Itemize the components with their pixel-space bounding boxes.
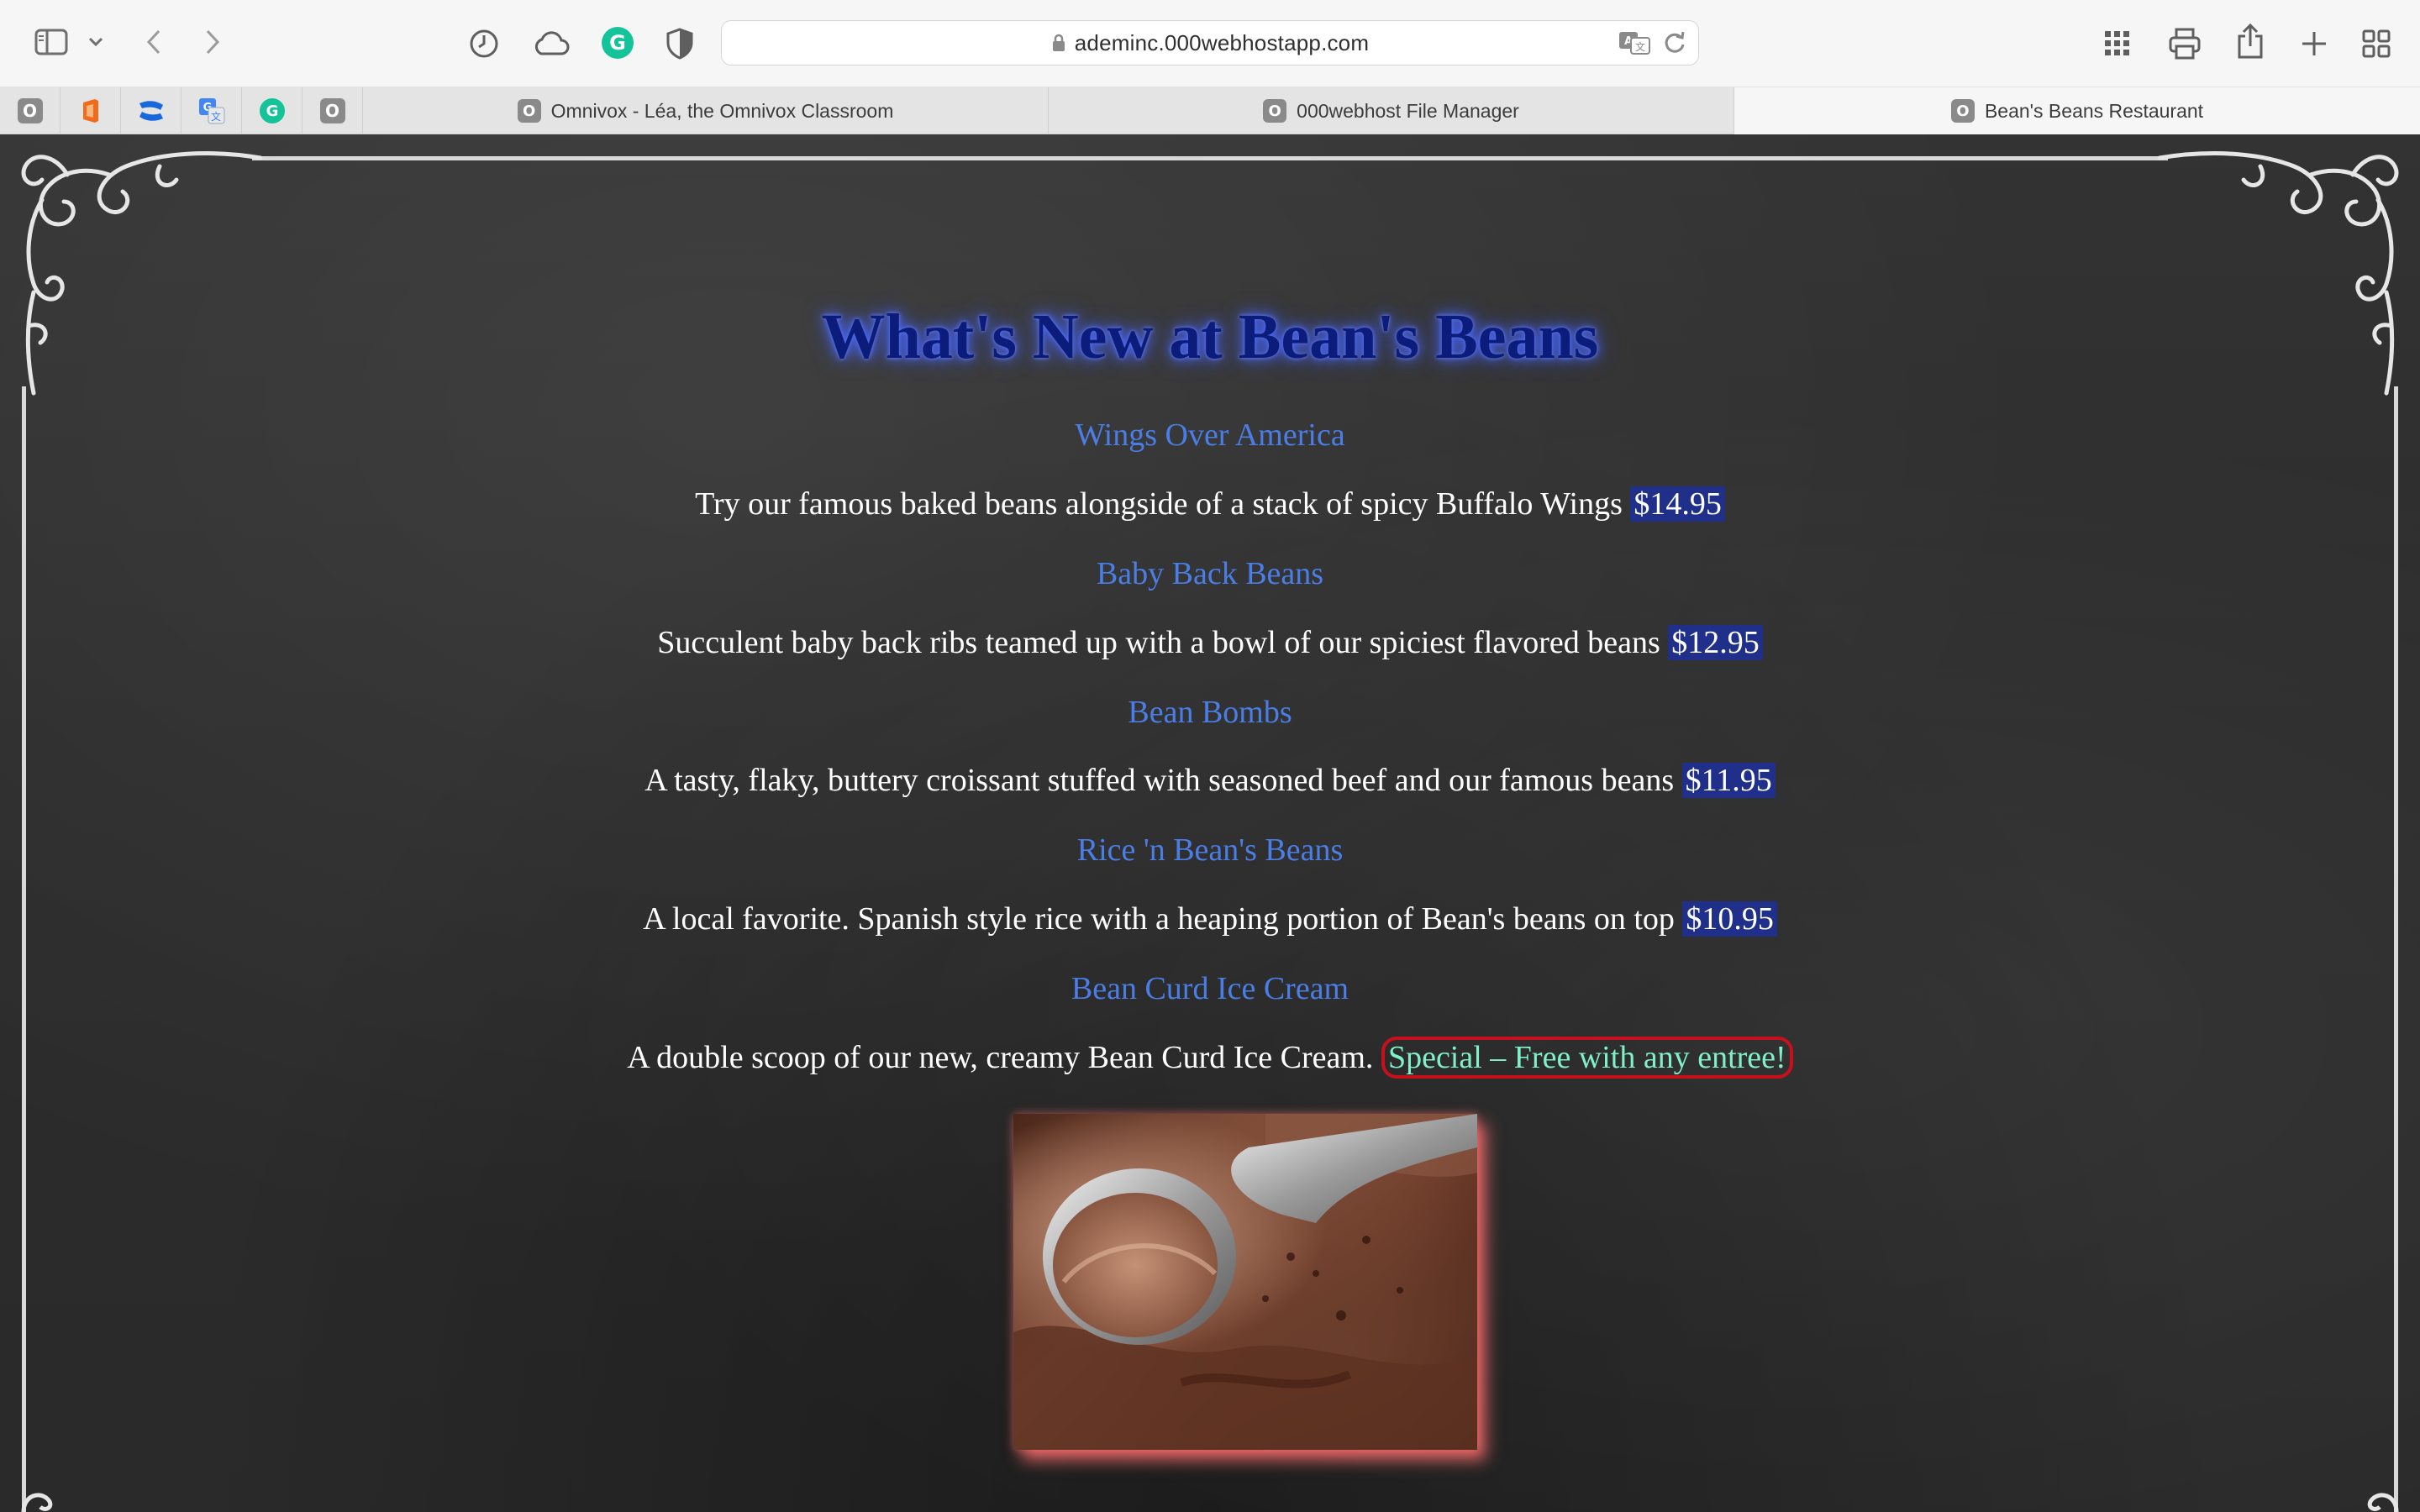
dish-description-text: Try our famous baked beans alongside of …: [695, 486, 1623, 522]
forward-icon[interactable]: [200, 25, 225, 59]
dish-name: Baby Back Beans: [1096, 556, 1324, 591]
web-page: What's New at Bean's Beans Wings Over Am…: [0, 134, 2420, 1512]
dish-name: Bean Bombs: [1128, 695, 1292, 730]
pinned-tab-omnivox-2[interactable]: O: [302, 87, 363, 134]
new-tab-icon[interactable]: [2297, 27, 2331, 60]
pinned-tab-confluence[interactable]: [121, 87, 182, 134]
history-icon[interactable]: [467, 27, 501, 60]
tab-omnivox[interactable]: O Omnivox - Léa, the Omnivox Classroom: [363, 87, 1049, 134]
tab-beans-restaurant[interactable]: O Bean's Beans Restaurant: [1734, 87, 2420, 134]
reload-icon[interactable]: [1663, 30, 1686, 60]
tab-file-manager[interactable]: O 000webhost File Manager: [1049, 87, 1734, 134]
share-icon[interactable]: [2233, 22, 2267, 60]
dish-description: Succulent baby back ribs teamed up with …: [0, 624, 2420, 661]
pinned-tab-office[interactable]: [60, 87, 121, 134]
grammarly-favicon-icon: G: [259, 98, 285, 123]
page-headline: What's New at Bean's Beans: [821, 302, 1599, 372]
translate-favicon-icon: G文: [198, 98, 224, 124]
corner-flourish-right: [2157, 151, 2399, 396]
back-icon[interactable]: [141, 25, 166, 59]
dish-price: $11.95: [1681, 763, 1776, 798]
browser-toolbar: G ademinc.000webhostapp.com A文: [0, 0, 2420, 87]
pinned-tab-translate[interactable]: G文: [182, 87, 242, 134]
dish-name: Wings Over America: [1075, 417, 1345, 453]
grammarly-icon[interactable]: G: [600, 25, 635, 60]
dish-description: A local favorite. Spanish style rice wit…: [0, 900, 2420, 937]
special-offer-badge: Special – Free with any entree!: [1381, 1037, 1793, 1079]
svg-text:文: 文: [1635, 40, 1645, 53]
tab-favicon-icon: O: [1950, 99, 1975, 123]
tab-favicon-icon: O: [1263, 99, 1287, 123]
dish-name: Rice 'n Bean's Beans: [1076, 832, 1344, 868]
tab-label: Bean's Beans Restaurant: [1984, 99, 2204, 122]
dish-description-text: A tasty, flaky, buttery croissant stuffe…: [644, 763, 1675, 798]
svg-text:G: G: [266, 102, 278, 120]
dish-description: A double scoop of our new, creamy Bean C…: [0, 1037, 2420, 1079]
svg-text:文: 文: [210, 110, 220, 123]
pinned-tab-omnivox[interactable]: O: [0, 87, 60, 134]
dish-price: $12.95: [1668, 625, 1763, 660]
tab-overview-icon[interactable]: [2360, 27, 2393, 60]
corner-flourish-left: [21, 151, 263, 396]
confluence-favicon-icon: [139, 101, 163, 121]
pinned-tab-grammarly[interactable]: G: [242, 87, 302, 134]
dish-description-text: A double scoop of our new, creamy Bean C…: [627, 1040, 1374, 1075]
svg-text:G: G: [609, 31, 626, 55]
translate-icon[interactable]: A文: [1618, 30, 1651, 60]
omnivox-favicon-icon: O: [17, 98, 43, 123]
dish-price: $14.95: [1630, 486, 1725, 522]
privacy-shield-icon[interactable]: [664, 27, 696, 60]
lock-icon: [1052, 34, 1065, 51]
icloud-icon[interactable]: [529, 29, 571, 59]
tab-label: Omnivox - Léa, the Omnivox Classroom: [550, 99, 894, 122]
corner-flourish-bottom-left: [21, 1493, 53, 1512]
dish-description-text: Succulent baby back ribs teamed up with …: [657, 625, 1660, 660]
dish-description: Try our famous baked beans alongside of …: [0, 486, 2420, 522]
dish-description-text: A local favorite. Spanish style rice wit…: [643, 901, 1675, 937]
sidebar-toggle-icon[interactable]: [32, 25, 71, 59]
corner-flourish-bottom-right: [2367, 1493, 2399, 1512]
chevron-down-icon[interactable]: [84, 32, 108, 52]
dish-price: $10.95: [1682, 901, 1777, 937]
omnivox-favicon-icon: O: [319, 98, 345, 123]
dish-description: A tasty, flaky, buttery croissant stuffe…: [0, 762, 2420, 799]
dish-name: Bean Curd Ice Cream: [1071, 971, 1349, 1006]
frame-top-border: [252, 156, 2168, 160]
url-text: ademinc.000webhostapp.com: [1074, 29, 1370, 55]
print-icon[interactable]: [2166, 25, 2203, 62]
office-favicon-icon: [82, 99, 98, 123]
tab-label: 000webhost File Manager: [1297, 99, 1519, 122]
apps-grid-icon[interactable]: [2101, 27, 2134, 60]
tab-bar: O G文 G O O Omnivox - Léa, the Omnivox Cl…: [0, 87, 2420, 134]
tab-favicon-icon: O: [517, 99, 541, 123]
address-bar[interactable]: ademinc.000webhostapp.com A文: [721, 20, 1699, 66]
ice-cream-scoop-photo: [1013, 1114, 1477, 1450]
